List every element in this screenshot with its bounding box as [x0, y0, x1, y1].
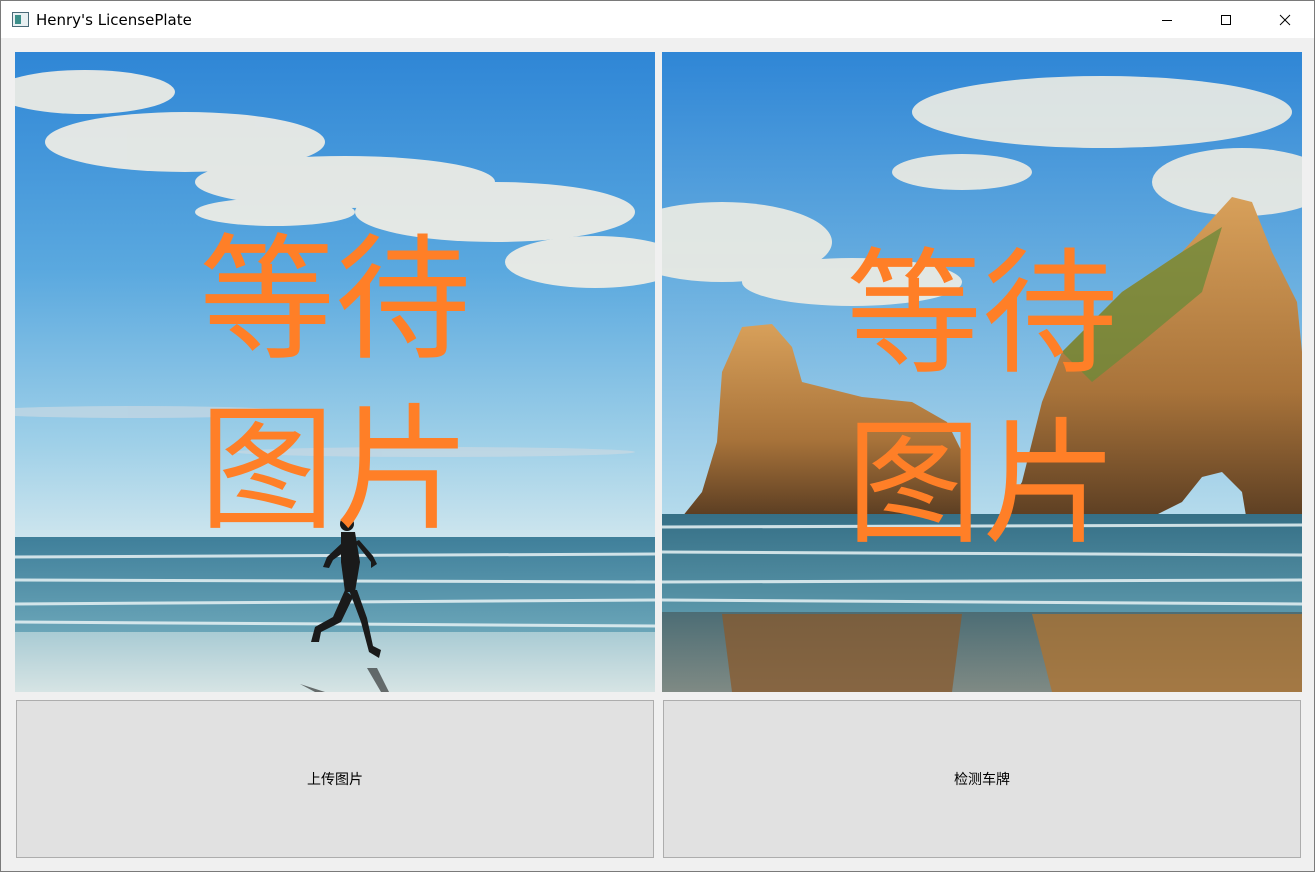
sea-arch-image: [662, 52, 1302, 692]
window-title: Henry's LicensePlate: [36, 11, 192, 29]
result-image-pane: 等待 图片: [662, 52, 1302, 692]
close-button[interactable]: [1256, 1, 1314, 38]
maximize-icon: [1221, 14, 1231, 25]
detect-plate-button[interactable]: 检测车牌: [663, 700, 1301, 858]
title-bar[interactable]: Henry's LicensePlate: [1, 1, 1314, 38]
minimize-button[interactable]: [1138, 1, 1196, 38]
close-icon: [1279, 14, 1291, 25]
app-window: Henry's LicensePlate 等待 图片 等待 图片 上传图片 检测…: [0, 0, 1315, 872]
app-icon: [12, 12, 29, 27]
minimize-icon: [1162, 19, 1172, 21]
maximize-button[interactable]: [1197, 1, 1255, 38]
upload-image-button[interactable]: 上传图片: [16, 700, 654, 858]
source-image-pane: 等待 图片: [15, 52, 655, 692]
beach-runner-image: [15, 52, 655, 692]
